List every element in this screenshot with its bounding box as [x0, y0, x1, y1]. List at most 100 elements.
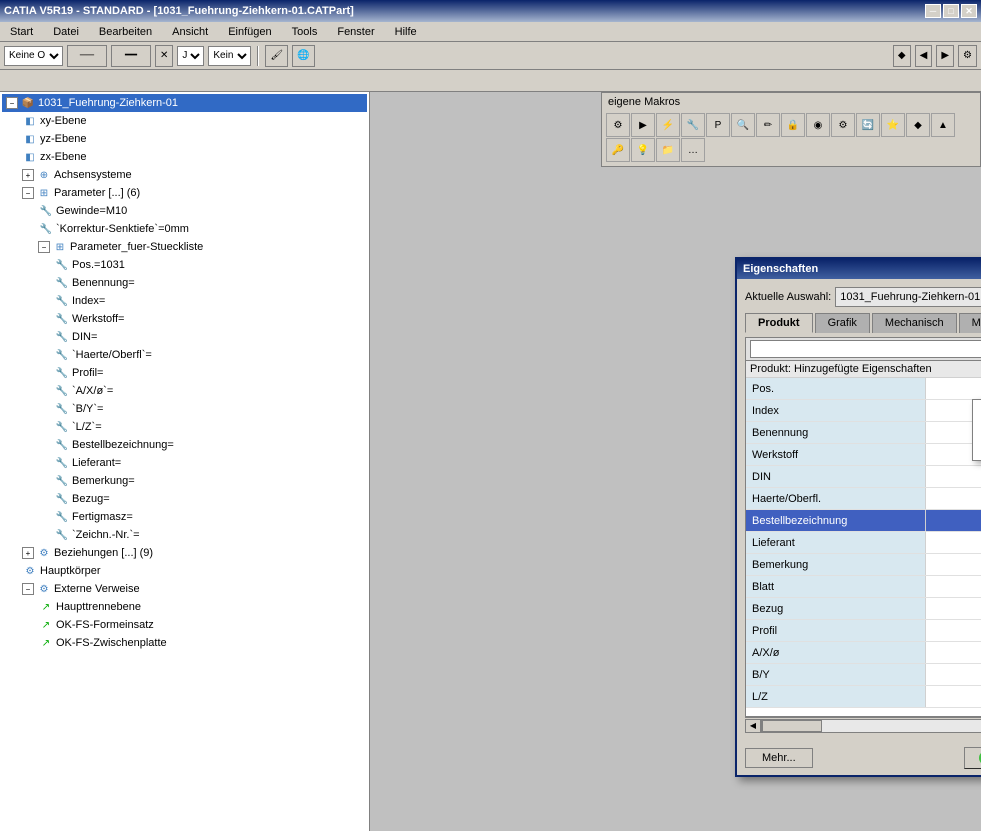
macro-btn-4[interactable]: 🔧 — [681, 113, 705, 137]
menu-fenster[interactable]: Fenster — [331, 24, 380, 40]
tab-masse[interactable]: Masse — [959, 313, 981, 333]
tab-produkt[interactable]: Produkt — [745, 313, 813, 333]
expand-btn-externe[interactable]: − — [22, 583, 34, 595]
tree-item-bestell[interactable]: 🔧 Bestellbezeichnung= — [2, 436, 367, 454]
tree-item-profil[interactable]: 🔧 Profil= — [2, 364, 367, 382]
tree-item-zeichn[interactable]: 🔧 `Zeichn.-Nr.`= — [2, 526, 367, 544]
context-menu-item-mehrere[interactable]: Mehrere Werte hinzufügen... — [973, 400, 981, 420]
prop-value-blatt[interactable] — [926, 576, 981, 597]
tree-item-okfsform[interactable]: ↗ OK-FS-Formeinsatz — [2, 616, 367, 634]
macro-btn-3[interactable]: ⚡ — [656, 113, 680, 137]
menu-tools[interactable]: Tools — [286, 24, 324, 40]
macro-btn-13[interactable]: ◆ — [906, 113, 930, 137]
tree-item-achsen[interactable]: + ⊕ Achsensysteme — [2, 166, 367, 184]
minimize-button[interactable]: ─ — [925, 4, 941, 18]
toolbar-nav-btn4[interactable]: ⚙ — [958, 45, 977, 67]
expand-btn-achsen[interactable]: + — [22, 169, 34, 181]
macro-btn-1[interactable]: ⚙ — [606, 113, 630, 137]
macro-btn-6[interactable]: 🔍 — [731, 113, 755, 137]
prop-value-profil[interactable] — [926, 620, 981, 641]
tree-item-din[interactable]: 🔧 DIN= — [2, 328, 367, 346]
macro-btn-16[interactable]: 💡 — [631, 138, 655, 162]
maximize-button[interactable]: □ — [943, 4, 959, 18]
macro-btn-17[interactable]: 📁 — [656, 138, 680, 162]
menu-einfuegen[interactable]: Einfügen — [222, 24, 277, 40]
tree-item-fertig[interactable]: 🔧 Fertigmasz= — [2, 508, 367, 526]
tree-item-by[interactable]: 🔧 `B/Y`= — [2, 400, 367, 418]
tree-item-lieferant[interactable]: 🔧 Lieferant= — [2, 454, 367, 472]
context-menu-item-kommentar[interactable]: Kommentar bearbeiten... — [973, 420, 981, 440]
toolbar-globe-btn[interactable]: 🌐 — [292, 45, 314, 67]
expand-btn-stueck[interactable]: − — [38, 241, 50, 253]
macro-btn-10[interactable]: ⚙ — [831, 113, 855, 137]
ok-button[interactable]: OK — [964, 747, 981, 769]
toolbar-j-select[interactable]: J — [177, 46, 204, 66]
tab-mechanisch[interactable]: Mechanisch — [872, 313, 957, 333]
toolbar-nav-btn1[interactable]: ◆ — [893, 45, 911, 67]
prop-value-axo[interactable] — [926, 642, 981, 663]
macro-btn-15[interactable]: 🔑 — [606, 138, 630, 162]
toolbar-paint-btn[interactable]: 🖌 — [265, 45, 288, 67]
prop-value-din[interactable] — [926, 466, 981, 487]
tree-item-parameter[interactable]: − ⊞ Parameter [...] (6) — [2, 184, 367, 202]
tree-item-root[interactable]: − 📦 1031_Fuehrung-Ziehkern-01 — [2, 94, 367, 112]
tree-item-haupttrenn[interactable]: ↗ Haupttrennebene — [2, 598, 367, 616]
tree-item-pos[interactable]: 🔧 Pos.=1031 — [2, 256, 367, 274]
aktuelle-auswahl-input[interactable] — [835, 287, 981, 307]
prop-value-bezug[interactable] — [926, 598, 981, 619]
context-menu-item-sperren[interactable]: Sperren — [973, 440, 981, 460]
prop-value-bestell[interactable] — [926, 510, 981, 531]
toolbar-x-btn[interactable]: ✕ — [155, 45, 173, 67]
macro-btn-8[interactable]: 🔒 — [781, 113, 805, 137]
tab-grafik[interactable]: Grafik — [815, 313, 870, 333]
tree-item-bezug[interactable]: 🔧 Bezug= — [2, 490, 367, 508]
macro-btn-7[interactable]: ✏ — [756, 113, 780, 137]
menu-hilfe[interactable]: Hilfe — [389, 24, 423, 40]
macro-btn-9[interactable]: ◉ — [806, 113, 830, 137]
prop-value-lz[interactable] — [926, 686, 981, 707]
tree-item-gewinde[interactable]: 🔧 Gewinde=M10 — [2, 202, 367, 220]
tree-item-zx[interactable]: ◧ zx-Ebene — [2, 148, 367, 166]
menu-start[interactable]: Start — [4, 24, 39, 40]
tree-item-haerte[interactable]: 🔧 `Haerte/Oberfl`= — [2, 346, 367, 364]
close-button[interactable]: ✕ — [961, 4, 977, 18]
prop-value-lieferant[interactable] — [926, 532, 981, 553]
tree-item-lz[interactable]: 🔧 `L/Z`= — [2, 418, 367, 436]
tree-item-hauptkorper[interactable]: ⚙ Hauptkörper — [2, 562, 367, 580]
scrollbar-bottom[interactable]: ◀ ▶ — [745, 717, 981, 733]
tree-item-yz[interactable]: ◧ yz-Ebene — [2, 130, 367, 148]
toolbar-nav-btn2[interactable]: ◀ — [915, 45, 933, 67]
feature-tree[interactable]: − 📦 1031_Fuehrung-Ziehkern-01 ◧ xy-Ebene… — [0, 92, 370, 831]
properties-header-input[interactable] — [750, 340, 981, 358]
tree-item-okfszwisch[interactable]: ↗ OK-FS-Zwischenplatte — [2, 634, 367, 652]
macro-btn-18[interactable]: … — [681, 138, 705, 162]
tree-item-benennung[interactable]: 🔧 Benennung= — [2, 274, 367, 292]
toolbar-line-btn[interactable]: ── — [67, 45, 107, 67]
tree-item-korrektur[interactable]: 🔧 `Korrektur-Senktiefe`=0mm — [2, 220, 367, 238]
toolbar-kein-select[interactable]: Kein — [208, 46, 251, 66]
tree-item-param-stueck[interactable]: − ⊞ Parameter_fuer-Stueckliste — [2, 238, 367, 256]
tree-item-axo[interactable]: 🔧 `A/X/ø`= — [2, 382, 367, 400]
tree-item-externe[interactable]: − ⚙ Externe Verweise — [2, 580, 367, 598]
tree-item-index[interactable]: 🔧 Index= — [2, 292, 367, 310]
scroll-left-btn[interactable]: ◀ — [745, 719, 761, 733]
tree-item-xy[interactable]: ◧ xy-Ebene — [2, 112, 367, 130]
menu-datei[interactable]: Datei — [47, 24, 85, 40]
toolbar-line-btn2[interactable]: ━━ — [111, 45, 151, 67]
toolbar-nav-btn3[interactable]: ▶ — [936, 45, 954, 67]
toolbar-dropdown1[interactable]: Keine O — [4, 46, 63, 66]
expand-btn-bezieh[interactable]: + — [22, 547, 34, 559]
prop-value-bemerkung[interactable] — [926, 554, 981, 575]
expand-btn-param[interactable]: − — [22, 187, 34, 199]
expand-btn-root[interactable]: − — [6, 97, 18, 109]
macro-btn-11[interactable]: 🔄 — [856, 113, 880, 137]
prop-value-pos[interactable] — [926, 378, 981, 399]
menu-ansicht[interactable]: Ansicht — [166, 24, 214, 40]
tree-item-beziehungen[interactable]: + ⚙ Beziehungen [...] (9) — [2, 544, 367, 562]
prop-value-by[interactable] — [926, 664, 981, 685]
macro-btn-5[interactable]: P — [706, 113, 730, 137]
macro-btn-12[interactable]: ⭐ — [881, 113, 905, 137]
tree-item-bemerkung[interactable]: 🔧 Bemerkung= — [2, 472, 367, 490]
tree-item-werkstoff[interactable]: 🔧 Werkstoff= — [2, 310, 367, 328]
macro-btn-2[interactable]: ▶ — [631, 113, 655, 137]
